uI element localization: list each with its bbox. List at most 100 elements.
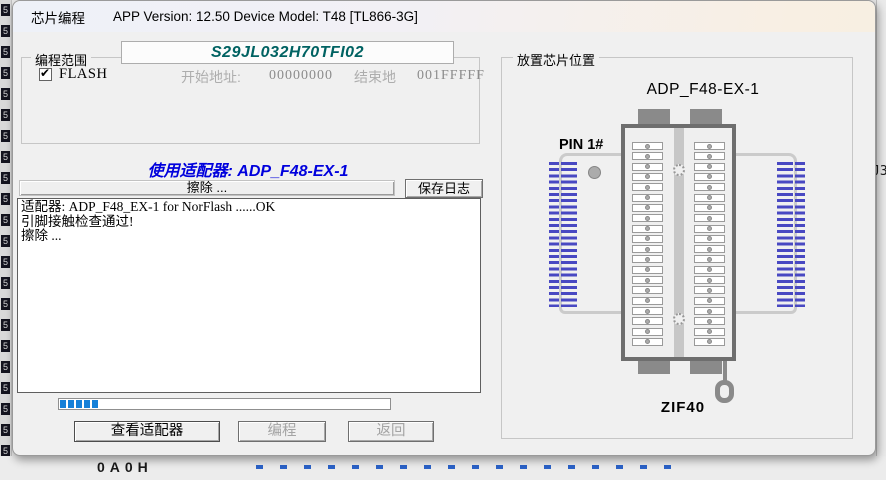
pin-contact-icon: [645, 267, 650, 272]
pin-contact-icon: [707, 329, 712, 334]
pin-contact-icon: [645, 205, 650, 210]
pin-slot: [694, 225, 725, 233]
pin-strip: [549, 162, 559, 307]
pin-slot: [632, 173, 663, 181]
background-list-glyph: 5: [1, 193, 10, 205]
pin-slot: [694, 183, 725, 191]
background-list-glyph: 5: [1, 46, 10, 58]
pin-slot: [694, 214, 725, 222]
pin-slot: [632, 286, 663, 294]
pin-contact-icon: [645, 154, 650, 159]
dialog-titlebar[interactable]: 芯片编程 APP Version: 12.50 Device Model: T4…: [13, 1, 875, 32]
pin-contact-icon: [645, 216, 650, 221]
socket-pin-column-left: [632, 142, 663, 346]
background-list-glyph: 5: [1, 424, 10, 436]
pin-slot: [694, 173, 725, 181]
pin-slot: [694, 204, 725, 212]
start-address-value: 00000000: [269, 68, 333, 84]
background-list-glyph: 5: [1, 382, 10, 394]
pin-contact-icon: [645, 329, 650, 334]
background-list-glyph: 5: [1, 67, 10, 79]
progress-segment: [84, 400, 90, 408]
pin-strip: [561, 162, 577, 307]
pin-slot: [632, 255, 663, 263]
pin-contact-icon: [707, 278, 712, 283]
background-list-strip: 5 555555555555555555555: [0, 0, 12, 480]
program-button[interactable]: 编程: [238, 421, 326, 442]
flash-label: FLASH: [59, 66, 107, 83]
end-address-value: 001FFFFF: [417, 68, 485, 84]
pin-slot: [694, 266, 725, 274]
pin-strip: [795, 162, 805, 307]
socket-tab: [638, 360, 670, 374]
view-adapter-button[interactable]: 查看适配器: [74, 421, 220, 442]
pin-slot: [694, 152, 725, 160]
background-list-glyph: 5: [1, 172, 10, 184]
start-address-label: 开始地址:: [181, 67, 241, 87]
pin-slot: [632, 307, 663, 315]
chip-name: S29JL032H70TFI02: [211, 44, 364, 61]
chip-programming-dialog: 芯片编程 APP Version: 12.50 Device Model: T4…: [12, 0, 876, 456]
socket-type-label: ZIF40: [633, 399, 733, 416]
pin-slot: [632, 245, 663, 253]
pin-contact-icon: [645, 144, 650, 149]
save-log-button[interactable]: 保存日志: [405, 179, 483, 198]
pin-contact-icon: [707, 298, 712, 303]
progress-segment: [92, 400, 98, 408]
background-list-glyph: 5: [1, 298, 10, 310]
background-list-glyph: 5: [1, 235, 10, 247]
pin-contact-icon: [707, 205, 712, 210]
background-list-glyph: 5: [1, 25, 10, 37]
pin-contact-icon: [645, 309, 650, 314]
pin-slot: [694, 255, 725, 263]
log-line: 擦除 ...: [21, 229, 477, 244]
pin-slot: [632, 338, 663, 346]
pin-contact-icon: [707, 339, 712, 344]
pin-contact-icon: [645, 278, 650, 283]
pin-slot: [632, 152, 663, 160]
progress-segment: [68, 400, 74, 408]
background-list-glyph: 5: [1, 403, 10, 415]
progress-segment: [76, 400, 82, 408]
chip-name-box: S29JL032H70TFI02: [121, 41, 454, 64]
socket-tab: [638, 109, 670, 125]
pin-slot: [632, 163, 663, 171]
back-button[interactable]: 返回: [348, 421, 434, 442]
log-line: 适配器: ADP_F48_EX-1 for NorFlash ......OK: [21, 200, 477, 215]
pin-slot: [694, 328, 725, 336]
pin-slot: [632, 204, 663, 212]
pin-contact-icon: [645, 164, 650, 169]
progress-segment: [60, 400, 66, 408]
background-dotted-line: [256, 465, 672, 469]
pin-contact-icon: [645, 319, 650, 324]
pin-contact-icon: [707, 144, 712, 149]
pin-contact-icon: [645, 174, 650, 179]
pin-contact-icon: [645, 288, 650, 293]
pin-slot: [632, 225, 663, 233]
pin-contact-icon: [707, 216, 712, 221]
pin-slot: [632, 142, 663, 150]
background-window-right-edge: [876, 0, 886, 480]
flash-checkbox[interactable]: ✔: [39, 68, 52, 81]
left-pin-header: [549, 162, 577, 307]
pin-slot: [632, 194, 663, 202]
pin-slot: [694, 317, 725, 325]
adapter-name-label: ADP_F48-EX-1: [603, 81, 803, 99]
progress-bar: [58, 398, 391, 410]
pin-slot: [694, 307, 725, 315]
right-pin-header: [777, 162, 805, 307]
pin-slot: [694, 245, 725, 253]
background-list-glyph: 5: [1, 88, 10, 100]
pin-contact-icon: [707, 319, 712, 324]
pin-slot: [694, 142, 725, 150]
app-version-info: APP Version: 12.50 Device Model: T48 [TL…: [113, 9, 418, 24]
end-address-label: 结束地: [354, 67, 396, 87]
pin-slot: [694, 338, 725, 346]
pin-slot: [694, 286, 725, 294]
channel-circle-icon: [673, 164, 685, 176]
background-list-glyph: 5: [1, 319, 10, 331]
pin-contact-icon: [645, 185, 650, 190]
log-output-area[interactable]: 适配器: ADP_F48_EX-1 for NorFlash ......OK …: [17, 198, 481, 393]
pin-slot: [632, 266, 663, 274]
pin-contact-icon: [645, 298, 650, 303]
